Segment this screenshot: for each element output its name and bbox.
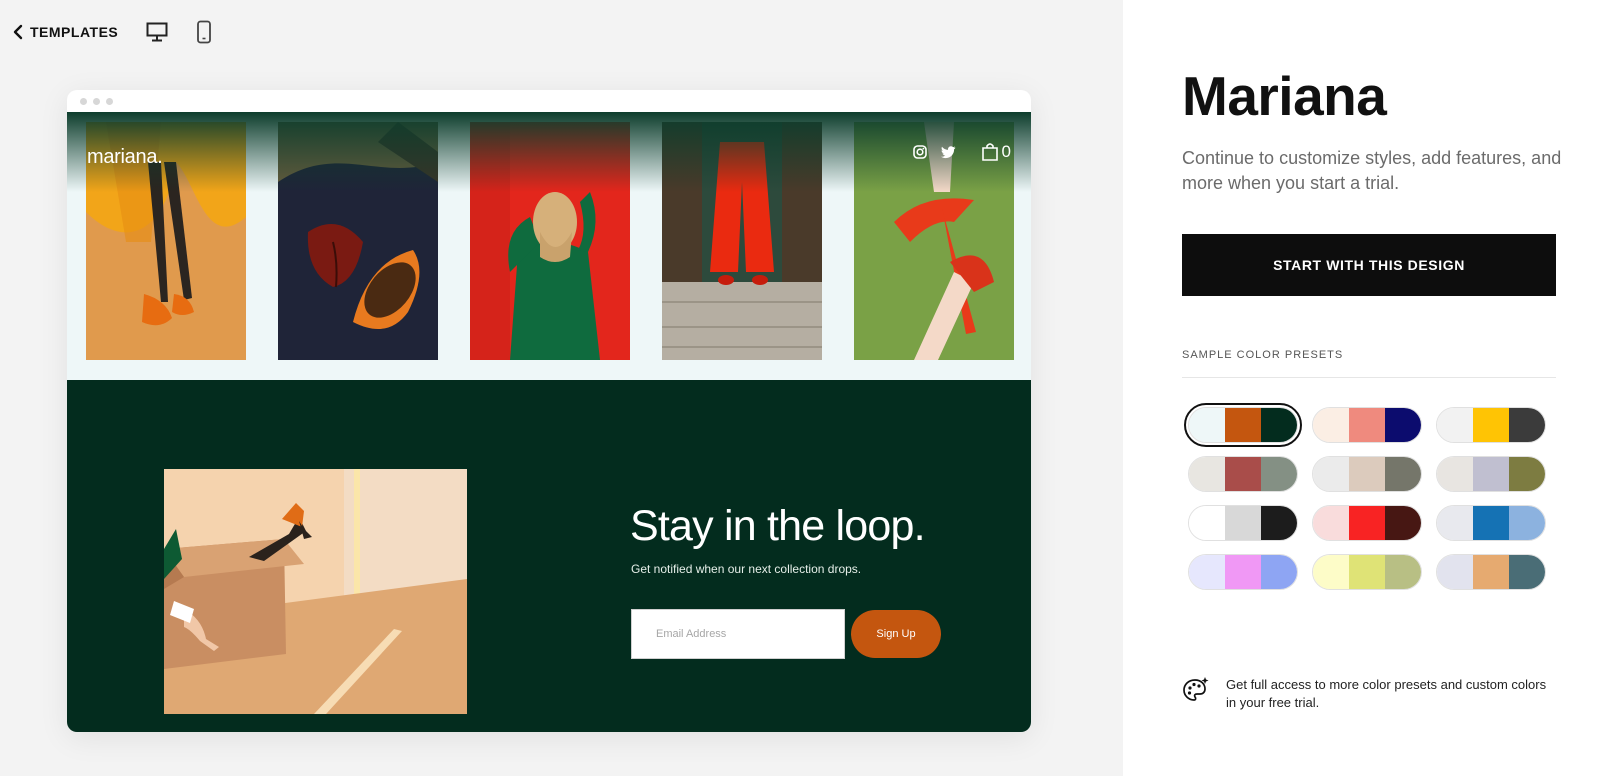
swatch-color bbox=[1261, 555, 1297, 589]
swatch-color bbox=[1261, 506, 1297, 540]
newsletter-title: Stay in the loop. bbox=[630, 502, 926, 550]
swatch-color bbox=[1225, 408, 1261, 442]
swatch-color bbox=[1349, 408, 1385, 442]
swatch-color bbox=[1437, 555, 1473, 589]
swatch-color bbox=[1509, 506, 1545, 540]
color-preset-swatch[interactable] bbox=[1436, 554, 1546, 590]
palette-icon bbox=[1183, 677, 1209, 701]
swatch-color bbox=[1313, 457, 1349, 491]
swatch-color bbox=[1261, 408, 1297, 442]
preview-area: TEMPLATES mariana. 0 Stay in the loop. G… bbox=[0, 0, 1123, 776]
browser-bar bbox=[67, 90, 1031, 112]
color-preset-swatch[interactable] bbox=[1312, 505, 1422, 541]
full-access-text: Get full access to more color presets an… bbox=[1226, 677, 1547, 710]
newsletter-section: Stay in the loop. Get notified when our … bbox=[67, 380, 1031, 732]
swatch-color bbox=[1473, 555, 1509, 589]
browser-preview-frame: mariana. 0 Stay in the loop. Get notifie… bbox=[67, 90, 1031, 732]
color-preset-swatch[interactable] bbox=[1436, 407, 1546, 443]
template-title: Mariana bbox=[1182, 65, 1387, 127]
color-preset-swatch[interactable] bbox=[1188, 554, 1298, 590]
color-preset-swatch[interactable] bbox=[1188, 456, 1298, 492]
color-preset-swatch[interactable] bbox=[1188, 505, 1298, 541]
presets-heading: SAMPLE COLOR PRESETS bbox=[1182, 349, 1344, 361]
color-preset-swatch[interactable] bbox=[1436, 505, 1546, 541]
newsletter-subtitle: Get notified when our next collection dr… bbox=[631, 562, 862, 576]
template-description: Continue to customize styles, add featur… bbox=[1182, 148, 1562, 193]
swatch-color bbox=[1313, 506, 1349, 540]
swatch-color bbox=[1349, 457, 1385, 491]
shopping-bag-icon bbox=[981, 143, 998, 161]
swatch-color bbox=[1509, 555, 1545, 589]
swatch-color bbox=[1473, 408, 1509, 442]
site-header-icons: 0 bbox=[912, 142, 1011, 162]
swatch-color bbox=[1225, 506, 1261, 540]
swatch-color bbox=[1385, 555, 1421, 589]
swatch-color bbox=[1385, 506, 1421, 540]
mobile-view-button[interactable] bbox=[196, 20, 212, 44]
swatch-color bbox=[1473, 506, 1509, 540]
window-dot bbox=[93, 97, 100, 105]
swatch-color bbox=[1349, 555, 1385, 589]
signup-button[interactable]: Sign Up bbox=[851, 610, 941, 658]
swatch-color bbox=[1189, 457, 1225, 491]
window-dot bbox=[106, 97, 113, 105]
swatch-color bbox=[1509, 408, 1545, 442]
color-preset-swatch[interactable] bbox=[1312, 456, 1422, 492]
swatch-color bbox=[1473, 457, 1509, 491]
email-field[interactable] bbox=[631, 609, 845, 659]
swatch-color bbox=[1385, 457, 1421, 491]
desktop-icon bbox=[146, 22, 168, 42]
divider bbox=[1182, 377, 1556, 378]
color-preset-swatch[interactable] bbox=[1312, 407, 1422, 443]
color-preset-swatch[interactable] bbox=[1188, 407, 1298, 443]
template-details-panel: Mariana Continue to customize styles, ad… bbox=[1123, 0, 1600, 776]
preview-toolbar: TEMPLATES bbox=[12, 18, 212, 46]
swatch-color bbox=[1189, 506, 1225, 540]
swatch-color bbox=[1385, 408, 1421, 442]
swatch-color bbox=[1313, 555, 1349, 589]
header-gradient bbox=[67, 112, 1031, 192]
swatch-color bbox=[1189, 555, 1225, 589]
color-preset-swatch[interactable] bbox=[1436, 456, 1546, 492]
swatch-color bbox=[1437, 506, 1473, 540]
swatch-color bbox=[1349, 506, 1385, 540]
swatch-color bbox=[1225, 555, 1261, 589]
swatch-color bbox=[1437, 408, 1473, 442]
newsletter-photo bbox=[164, 469, 467, 714]
back-label: TEMPLATES bbox=[30, 24, 119, 40]
site-hero-gallery: mariana. 0 bbox=[67, 112, 1031, 380]
site-logo[interactable]: mariana. bbox=[87, 146, 163, 169]
swatch-color bbox=[1437, 457, 1473, 491]
start-with-design-button[interactable]: START WITH THIS DESIGN bbox=[1182, 234, 1556, 296]
instagram-icon[interactable] bbox=[912, 145, 927, 159]
window-dot bbox=[80, 97, 87, 105]
back-to-templates-link[interactable]: TEMPLATES bbox=[12, 24, 118, 40]
mobile-icon bbox=[197, 20, 212, 44]
swatch-color bbox=[1313, 408, 1349, 442]
color-preset-swatch[interactable] bbox=[1312, 554, 1422, 590]
cart-count: 0 bbox=[1001, 142, 1011, 161]
twitter-icon[interactable] bbox=[940, 145, 956, 159]
swatch-color bbox=[1225, 457, 1261, 491]
swatch-color bbox=[1189, 408, 1225, 442]
desktop-view-button[interactable] bbox=[146, 22, 168, 42]
swatch-color bbox=[1261, 457, 1297, 491]
full-access-note: Get full access to more color presets an… bbox=[1182, 676, 1556, 712]
color-preset-grid bbox=[1184, 403, 1548, 590]
swatch-color bbox=[1509, 457, 1545, 491]
cart-link[interactable]: 0 bbox=[980, 142, 1011, 162]
chevron-left-icon bbox=[13, 24, 23, 40]
